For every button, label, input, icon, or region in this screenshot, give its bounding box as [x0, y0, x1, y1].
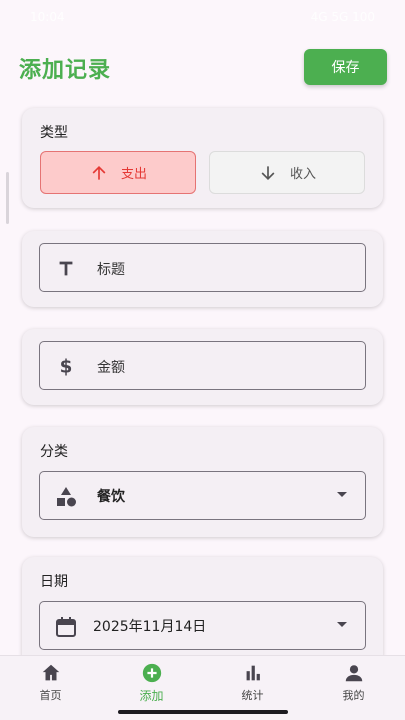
- amount-placeholder: 金额: [97, 360, 125, 376]
- text-title-icon: [59, 261, 73, 276]
- arrow-up-icon: [92, 165, 106, 180]
- nav-home[interactable]: 首页: [0, 662, 101, 706]
- bar-chart-icon: [246, 665, 260, 681]
- category-label: 分类: [40, 444, 68, 460]
- title-card: 标题: [22, 231, 383, 307]
- date-value: 2025年11月14日: [93, 619, 207, 635]
- nav-add-label: 添加: [139, 689, 164, 703]
- category-value: 餐饮: [97, 489, 125, 505]
- status-bar: 10:04 4G 5G 100: [0, 0, 405, 34]
- bottom-navigation: 首页 添加 统计 我的: [0, 655, 405, 705]
- add-circle-icon: [142, 663, 161, 683]
- category-card: 分类 餐饮: [22, 427, 383, 537]
- nav-profile-label: 我的: [342, 689, 365, 702]
- amount-input[interactable]: $ 金额: [39, 341, 366, 390]
- chevron-down-icon: [337, 622, 347, 627]
- title-input[interactable]: 标题: [39, 243, 366, 292]
- type-card: 类型 支出 收入: [22, 108, 383, 208]
- category-select[interactable]: 餐饮: [39, 471, 366, 520]
- chevron-down-icon: [337, 492, 347, 497]
- income-toggle-button[interactable]: 收入: [209, 151, 365, 194]
- calendar-icon: [56, 617, 76, 637]
- expense-label: 支出: [120, 167, 147, 182]
- nav-stats-label: 统计: [241, 689, 264, 702]
- status-indicators: 4G 5G 100: [310, 10, 375, 24]
- svg-text:$: $: [60, 356, 73, 377]
- nav-profile[interactable]: 我的: [303, 662, 404, 706]
- nav-add[interactable]: 添加: [101, 662, 202, 706]
- income-label: 收入: [289, 167, 316, 182]
- save-button[interactable]: 保存: [304, 49, 387, 85]
- page-header: 添加记录 保存: [0, 48, 405, 88]
- date-label: 日期: [40, 574, 68, 590]
- home-indicator[interactable]: [118, 710, 288, 714]
- date-card: 日期 2025年11月14日: [22, 557, 383, 667]
- title-placeholder: 标题: [97, 262, 125, 278]
- dollar-icon: $: [60, 356, 73, 377]
- status-time: 10:04: [30, 10, 65, 24]
- scrollbar[interactable]: [6, 172, 9, 224]
- amount-card: $ 金额: [22, 329, 383, 405]
- date-select[interactable]: 2025年11月14日: [39, 601, 366, 650]
- nav-stats[interactable]: 统计: [202, 662, 303, 706]
- expense-toggle-button[interactable]: 支出: [40, 151, 196, 194]
- home-icon: [42, 664, 59, 681]
- page-title: 添加记录: [19, 58, 112, 83]
- category-shapes-icon: [57, 487, 76, 507]
- type-label: 类型: [40, 125, 68, 141]
- person-icon: [345, 665, 362, 682]
- nav-home-label: 首页: [39, 689, 62, 702]
- arrow-down-icon: [261, 165, 275, 180]
